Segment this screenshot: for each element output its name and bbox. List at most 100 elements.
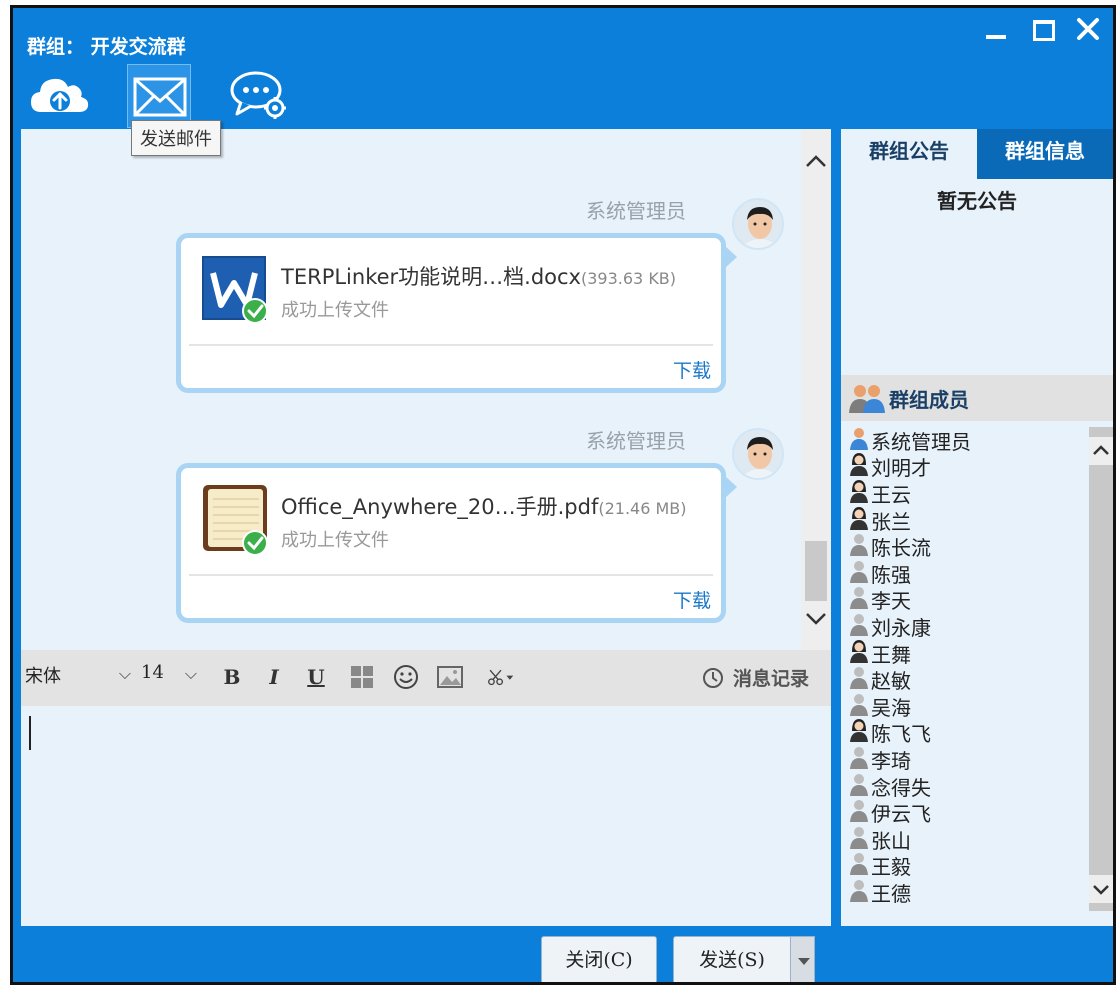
- chevron-down-icon: [806, 613, 826, 625]
- member-name: 李天: [871, 589, 911, 614]
- close-button[interactable]: 关闭(C): [541, 936, 657, 982]
- file-name-text: Office_Anywhere_20…手册.pdf: [281, 495, 599, 519]
- member-item[interactable]: 陈长流: [841, 533, 1089, 560]
- member-item[interactable]: 刘明才: [841, 453, 1089, 480]
- cut-screen-button[interactable]: [479, 662, 523, 692]
- italic-button[interactable]: I: [259, 662, 289, 692]
- window-title: 群组： 开发交流群: [27, 36, 186, 58]
- font-family-value: 宋体: [25, 666, 61, 687]
- file-name-text: TERPLinker功能说明…档.docx: [281, 265, 581, 289]
- grid-button[interactable]: [347, 662, 377, 692]
- message-input[interactable]: [21, 706, 831, 926]
- user-avatar-icon: [734, 430, 782, 478]
- member-item[interactable]: 陈飞飞: [841, 719, 1089, 747]
- send-button[interactable]: 发送(S): [673, 936, 791, 982]
- send-options-button[interactable]: [791, 936, 815, 982]
- member-name: 王舞: [871, 642, 911, 667]
- member-name: 王德: [871, 881, 911, 906]
- word-doc-icon: [201, 253, 271, 327]
- member-name: 念得失: [871, 775, 931, 800]
- member-name: 系统管理员: [871, 429, 971, 454]
- file-size: (21.46 MB): [598, 499, 687, 518]
- member-item[interactable]: 王德: [841, 879, 1089, 906]
- member-item[interactable]: 念得失: [841, 773, 1089, 800]
- member-name: 李琦: [871, 748, 911, 773]
- member-item[interactable]: 伊云飞: [841, 799, 1089, 826]
- member-item[interactable]: 陈强: [841, 560, 1089, 587]
- chevron-down-icon: [1093, 885, 1109, 895]
- member-item[interactable]: 张山: [841, 826, 1089, 853]
- member-item[interactable]: 王舞: [841, 639, 1089, 667]
- window-controls: [981, 14, 1103, 44]
- chevron-down-icon: ⌵: [184, 664, 197, 683]
- offline-user-icon: [847, 877, 871, 908]
- grid-icon: [351, 666, 373, 688]
- download-link[interactable]: 下载: [673, 586, 711, 613]
- member-name: 陈飞飞: [871, 722, 931, 747]
- member-name: 伊云飞: [871, 802, 931, 827]
- member-item[interactable]: 赵敏: [841, 666, 1089, 693]
- upload-status: 成功上传文件: [281, 530, 389, 551]
- member-item[interactable]: 吴海: [841, 693, 1089, 720]
- notebook-doc-icon: [201, 483, 271, 557]
- file-message-bubble: Office_Anywhere_20…手册.pdf(21.46 MB) 成功上传…: [176, 463, 737, 623]
- group-members-icon: [849, 385, 885, 413]
- emoji-button[interactable]: [391, 662, 421, 692]
- member-item[interactable]: 李天: [841, 587, 1089, 614]
- member-list: 系统管理员 刘明才 王云 张兰 陈长流 陈强 李天 刘永康 王舞 赵敏 吴海 陈飞飞 李琦 念得失 伊云飞张…: [841, 427, 1089, 906]
- scroll-down-button[interactable]: [1089, 875, 1113, 903]
- side-tabs: 群组公告 群组信息: [841, 129, 1113, 179]
- member-name: 王云: [871, 482, 911, 507]
- sender-avatar: [732, 428, 784, 480]
- file-name: Office_Anywhere_20…手册.pdf(21.46 MB): [281, 491, 687, 521]
- file-size: (393.63 KB): [581, 269, 677, 288]
- tab-group-info[interactable]: 群组信息: [977, 129, 1113, 179]
- scroll-down-button[interactable]: [801, 603, 831, 633]
- tab-group-notice[interactable]: 群组公告: [841, 129, 977, 179]
- member-name: 陈长流: [871, 536, 931, 561]
- chat-settings-icon: [230, 71, 286, 119]
- upload-file-button[interactable]: [27, 64, 91, 128]
- scroll-up-button[interactable]: [801, 147, 831, 177]
- message-history-button[interactable]: 消息记录: [701, 664, 809, 691]
- divider: [189, 574, 713, 576]
- message-scrollbar[interactable]: [801, 129, 831, 650]
- chat-settings-button[interactable]: [227, 64, 291, 128]
- member-name: 张兰: [871, 509, 911, 534]
- member-item[interactable]: 王云: [841, 479, 1089, 507]
- close-window-button[interactable]: [1073, 14, 1103, 44]
- scroll-up-button[interactable]: [1089, 437, 1113, 465]
- member-name: 吴海: [871, 695, 911, 720]
- bold-button[interactable]: B: [217, 662, 247, 692]
- clock-icon: [702, 667, 723, 688]
- minimize-button[interactable]: [981, 14, 1011, 44]
- scroll-thumb[interactable]: [805, 541, 827, 601]
- chevron-up-icon: [1093, 445, 1109, 455]
- screenshot-button[interactable]: [435, 662, 465, 692]
- notice-text: 暂无公告: [937, 189, 1017, 213]
- divider: [189, 344, 713, 346]
- member-item[interactable]: 王毅: [841, 853, 1089, 879]
- text-caret: [29, 716, 31, 750]
- member-name: 张山: [871, 828, 911, 853]
- member-item[interactable]: 李琦: [841, 746, 1089, 773]
- scissors-icon: [488, 669, 514, 686]
- member-item[interactable]: 系统管理员: [841, 427, 1089, 454]
- sender-avatar: [732, 198, 784, 250]
- upload-status: 成功上传文件: [281, 300, 389, 321]
- smiley-icon: [394, 665, 418, 689]
- member-scrollbar[interactable]: [1089, 427, 1113, 911]
- chevron-up-icon: [806, 155, 826, 167]
- member-item[interactable]: 张兰: [841, 506, 1089, 534]
- download-link[interactable]: 下载: [673, 356, 711, 383]
- font-family-select[interactable]: 宋体 ⌵: [25, 662, 135, 692]
- maximize-button[interactable]: [1027, 14, 1057, 44]
- file-message-bubble: TERPLinker功能说明…档.docx(393.63 KB) 成功上传文件 …: [176, 233, 737, 393]
- send-mail-tooltip: 发送邮件: [131, 120, 221, 156]
- message-area: 系统管理员 TERPLinker功能说明…档.docx(393.63 KB) 成…: [21, 129, 801, 650]
- underline-button[interactable]: U: [301, 662, 331, 692]
- member-item[interactable]: 刘永康: [841, 613, 1089, 640]
- send-mail-button[interactable]: [127, 64, 191, 128]
- font-size-select[interactable]: 14 ⌵: [141, 662, 201, 692]
- font-size-value: 14: [141, 662, 164, 683]
